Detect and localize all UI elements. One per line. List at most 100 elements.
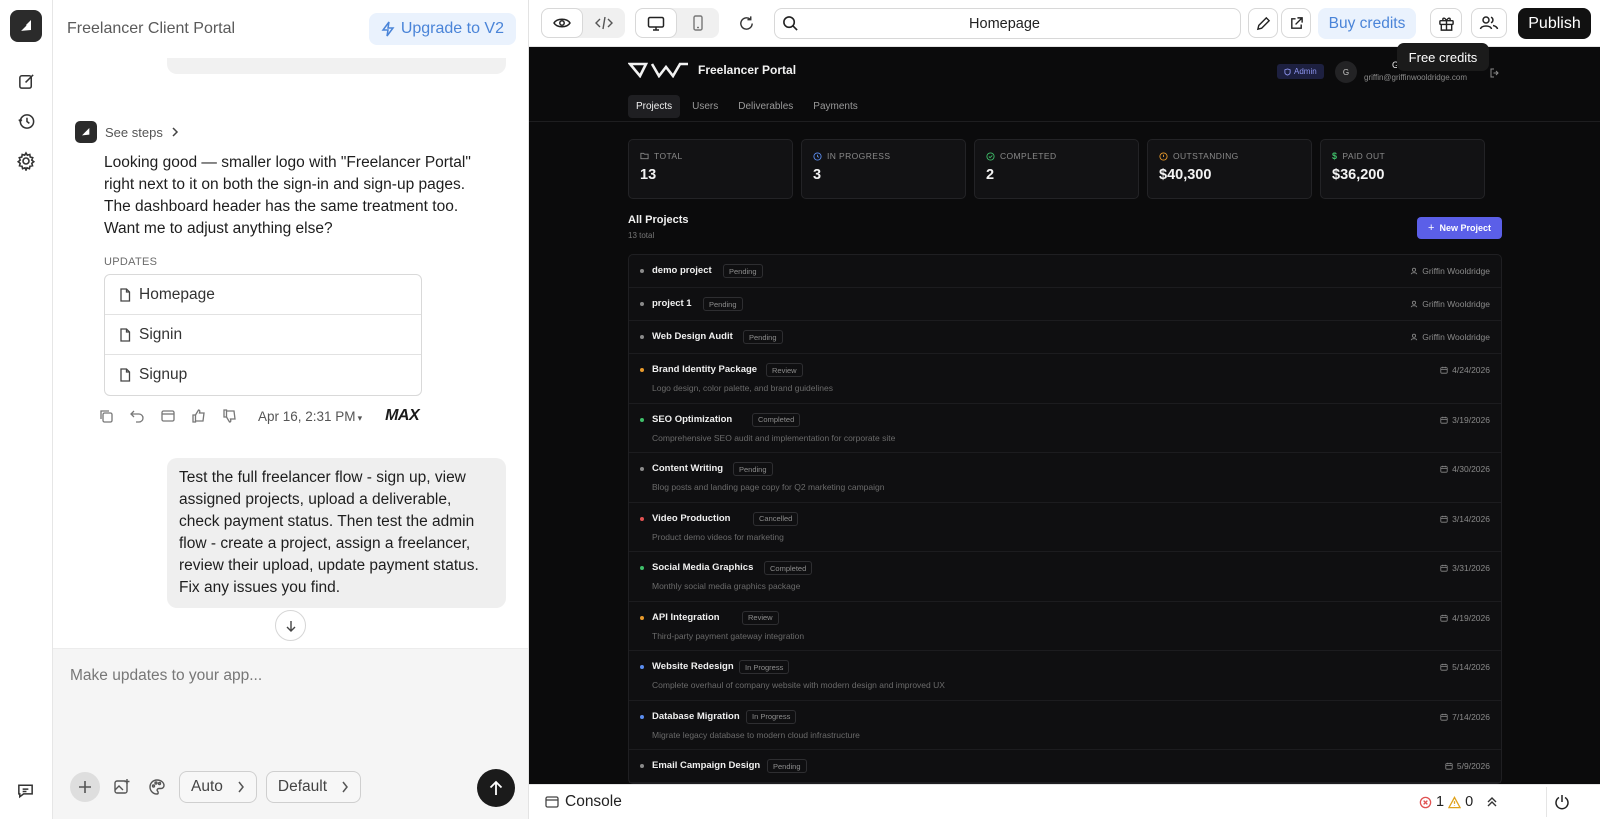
arrow-down-icon — [286, 620, 295, 632]
power-icon[interactable] — [1546, 787, 1576, 817]
project-row[interactable]: Brand Identity Package Review Logo design,… — [629, 354, 1501, 404]
tab-payments[interactable]: Payments — [805, 95, 865, 118]
edit-pencil-icon[interactable] — [1248, 8, 1278, 38]
updated-file-item[interactable]: Signin — [105, 315, 421, 355]
project-description: Third-party payment gateway integration — [652, 630, 805, 641]
tab-deliverables[interactable]: Deliverables — [730, 95, 801, 118]
console-counts[interactable]: 1 0 — [1419, 794, 1497, 810]
send-button[interactable] — [477, 769, 515, 807]
message-timestamp[interactable]: Apr 16, 2:31 PM ▾ — [258, 409, 362, 424]
due-date: 3/31/2026 — [1440, 563, 1490, 573]
project-row[interactable]: Email Campaign Design Pending 5/9/2026 — [629, 750, 1501, 783]
scroll-down-button[interactable] — [275, 610, 306, 641]
arrow-up-icon — [489, 780, 503, 795]
status-badge: Completed — [764, 561, 813, 575]
app-logo[interactable] — [10, 10, 42, 42]
stat-label: IN PROGRESS — [827, 151, 891, 161]
due-date: 5/9/2026 — [1445, 761, 1490, 771]
stat-card-outstanding: OUTSTANDING $40,300 — [1147, 139, 1312, 199]
copy-icon[interactable] — [97, 407, 115, 425]
project-row[interactable]: demo project Pending Griffin Wooldridge — [629, 255, 1501, 288]
history-icon[interactable] — [14, 109, 38, 133]
project-description: Logo design, color palette, and brand gu… — [652, 383, 833, 393]
model-selector[interactable]: Default — [265, 771, 362, 803]
avatar[interactable]: G — [1335, 61, 1357, 83]
user-icon — [1410, 333, 1418, 341]
stat-value: 13 — [640, 167, 657, 183]
calendar-icon — [1440, 465, 1448, 473]
buy-credits-button[interactable]: Buy credits — [1318, 8, 1416, 39]
project-description: Monthly social media graphics package — [652, 581, 801, 591]
project-row[interactable]: project 1 Pending Griffin Wooldridge — [629, 288, 1501, 321]
calendar-icon — [1440, 515, 1448, 523]
code-icon[interactable] — [583, 8, 625, 38]
project-description: Comprehensive SEO audit and implementati… — [652, 432, 896, 443]
warning-icon — [1448, 795, 1462, 808]
assistant-avatar — [75, 121, 97, 143]
palette-icon[interactable] — [144, 774, 170, 800]
row-meta-text: 4/19/2026 — [1452, 612, 1490, 623]
project-row[interactable]: Video Production Cancelled Product demo vi… — [629, 503, 1501, 552]
project-row[interactable]: API Integration Review Third-party payment… — [629, 602, 1501, 651]
row-meta-text: 5/14/2026 — [1452, 662, 1490, 672]
project-row[interactable]: Content Writing Pending Blog posts and lan… — [629, 453, 1501, 503]
preview-card-icon[interactable] — [159, 407, 177, 425]
tab-projects[interactable]: Projects — [628, 95, 681, 118]
chevron-right-icon — [342, 781, 348, 793]
project-row[interactable]: SEO Optimization Completed Comprehensive S… — [629, 404, 1501, 453]
logout-icon[interactable] — [1490, 65, 1500, 83]
project-row[interactable]: Social Media Graphics Completed Monthly so… — [629, 552, 1501, 602]
settings-gear-icon[interactable] — [14, 149, 38, 173]
gift-icon[interactable] — [1430, 8, 1462, 38]
row-meta-text: 5/9/2026 — [1456, 761, 1490, 771]
undo-icon[interactable] — [128, 407, 146, 425]
status-dot — [640, 615, 644, 620]
image-upload-icon[interactable] — [109, 774, 135, 800]
stat-label: OUTSTANDING — [1173, 151, 1239, 161]
clock-icon — [813, 151, 822, 161]
file-icon — [120, 287, 131, 302]
status-dot — [640, 417, 644, 422]
feedback-icon[interactable] — [16, 782, 35, 805]
status-dot — [640, 566, 644, 570]
warning-count: 0 — [1465, 794, 1474, 810]
status-dot — [640, 665, 644, 669]
brand[interactable]: Freelancer Portal — [628, 62, 796, 78]
project-description: Complete overhaul of company website wit… — [652, 680, 945, 690]
desktop-icon[interactable] — [635, 8, 677, 38]
alert-circle-icon — [1159, 151, 1168, 161]
refresh-icon[interactable] — [731, 8, 761, 38]
project-row[interactable]: Database Migration In Progress Migrate leg… — [629, 701, 1501, 750]
new-project-button[interactable]: + New Project — [1417, 217, 1502, 239]
device-toggle — [635, 8, 719, 38]
thumbs-down-icon[interactable] — [221, 407, 239, 425]
project-row[interactable]: Website Redesign In Progress Complete over… — [629, 651, 1501, 701]
updated-file-item[interactable]: Signup — [105, 355, 421, 395]
mode-selector[interactable]: Auto — [179, 771, 257, 803]
error-icon — [1419, 796, 1432, 808]
stat-label: COMPLETED — [1000, 151, 1057, 161]
upgrade-button[interactable]: Upgrade to V2 — [368, 13, 516, 45]
calendar-icon — [1440, 416, 1448, 424]
url-bar[interactable]: Homepage — [774, 8, 1241, 39]
share-users-icon[interactable] — [1471, 8, 1507, 38]
console-toggle[interactable]: Console — [545, 793, 622, 811]
external-link-icon[interactable] — [1281, 8, 1311, 38]
mobile-icon[interactable] — [677, 8, 719, 38]
add-attachment-button[interactable] — [70, 772, 100, 802]
plus-icon — [79, 781, 91, 793]
see-steps-toggle[interactable]: See steps — [75, 121, 179, 143]
row-meta-text: 4/24/2026 — [1452, 365, 1490, 375]
publish-button[interactable]: Publish — [1518, 8, 1591, 39]
preview-eye-icon[interactable] — [541, 8, 583, 38]
updates-label: UPDATES — [104, 256, 158, 268]
thumbs-up-icon[interactable] — [190, 407, 208, 425]
composer-input[interactable]: Make updates to your app... — [70, 667, 262, 685]
updated-file-item[interactable]: Homepage — [105, 275, 421, 315]
admin-badge: Admin — [1277, 64, 1324, 79]
project-row[interactable]: Web Design Audit Pending Griffin Wooldridg… — [629, 321, 1501, 354]
edit-icon[interactable] — [14, 69, 38, 93]
due-date: 4/24/2026 — [1440, 365, 1490, 375]
tab-users[interactable]: Users — [684, 95, 726, 118]
stat-label: TOTAL — [654, 151, 683, 161]
